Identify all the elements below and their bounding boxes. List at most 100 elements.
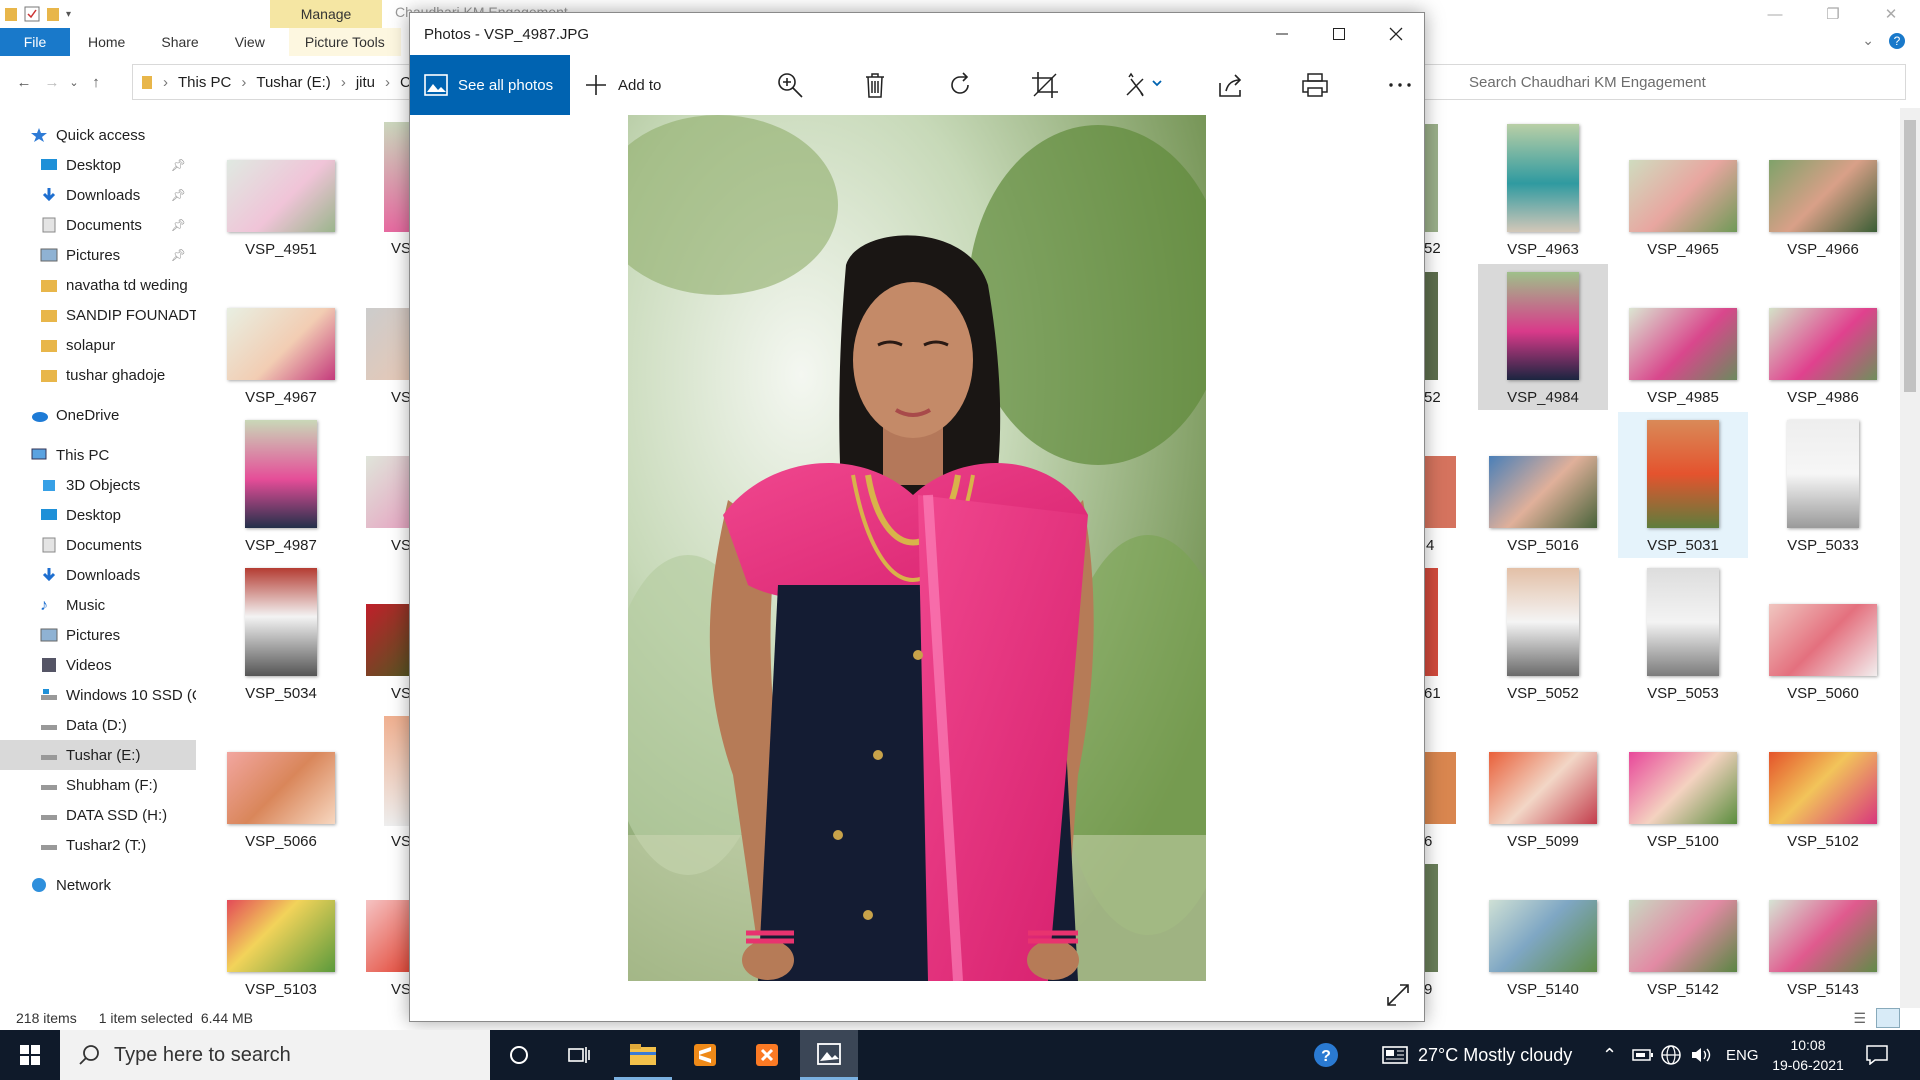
photos-taskbar-icon[interactable] — [800, 1030, 858, 1080]
sidebar-item-folder[interactable]: navatha td weding — [0, 270, 196, 300]
sidebar-item-downloads[interactable]: Downloads — [0, 560, 196, 590]
file-item[interactable]: VSP_5143 — [1758, 860, 1888, 1006]
file-item[interactable]: VSP_5031 — [1618, 412, 1748, 558]
restore-icon[interactable]: ❐ — [1804, 0, 1862, 28]
task-view-icon[interactable] — [550, 1030, 608, 1080]
scrollbar-thumb[interactable] — [1904, 120, 1916, 392]
file-item[interactable]: VSP_5102 — [1758, 712, 1888, 858]
sidebar-item-desktop[interactable]: Desktop 📌︎ — [0, 150, 196, 180]
sidebar-item-drive-e[interactable]: Tushar (E:) — [0, 740, 196, 770]
details-view-icon[interactable]: ☰ — [1853, 1010, 1866, 1027]
breadcrumb-this-pc[interactable]: This PC — [178, 74, 231, 91]
add-to-button[interactable]: Add to — [584, 55, 661, 115]
sidebar-item-folder[interactable]: tushar ghadoje — [0, 360, 196, 390]
minimize-icon[interactable]: — — [1746, 0, 1804, 28]
sidebar-item-drive-c[interactable]: Windows 10 SSD (C — [0, 680, 196, 710]
file-item[interactable]: VSP_4966 — [1758, 120, 1888, 266]
tab-share[interactable]: Share — [143, 28, 216, 56]
file-item[interactable]: VSP_5140 — [1478, 860, 1608, 1006]
sidebar-item-folder[interactable]: SANDIP FOUNADTI( — [0, 300, 196, 330]
more-options-icon[interactable] — [1385, 70, 1415, 100]
chevron-down-icon[interactable]: ⌄ — [1862, 32, 1874, 50]
sidebar-item-documents[interactable]: Documents — [0, 530, 196, 560]
file-item[interactable]: VSP_5034 — [216, 564, 346, 710]
file-item[interactable]: VSP_4951 — [216, 120, 346, 266]
sidebar-item-drive-f[interactable]: Shubham (F:) — [0, 770, 196, 800]
file-item[interactable]: VSP_4987 — [216, 416, 346, 562]
forward-arrow-icon[interactable]: → — [38, 74, 66, 91]
sidebar-item-network[interactable]: Network — [0, 870, 196, 900]
file-item[interactable]: VSP_5053 — [1618, 564, 1748, 710]
input-language[interactable]: ENG — [1726, 1030, 1759, 1080]
volume-icon[interactable] — [1690, 1030, 1712, 1080]
sidebar-item-documents[interactable]: Documents 📌︎ — [0, 210, 196, 240]
sublime-text-icon[interactable] — [676, 1030, 734, 1080]
new-folder-icon[interactable] — [46, 6, 60, 22]
cortana-icon[interactable] — [490, 1030, 548, 1080]
print-icon[interactable] — [1300, 70, 1330, 100]
delete-icon[interactable] — [860, 70, 890, 100]
sidebar-item-this-pc[interactable]: This PC — [0, 440, 196, 470]
help-icon[interactable]: ? — [1888, 32, 1906, 50]
sidebar-item-drive-t[interactable]: Tushar2 (T:) — [0, 830, 196, 860]
file-item[interactable]: VSP_5060 — [1758, 564, 1888, 710]
sidebar-item-pictures[interactable]: Pictures — [0, 620, 196, 650]
file-item[interactable]: VSP_4963 — [1478, 120, 1608, 266]
file-item[interactable]: VSP_5052 — [1478, 564, 1608, 710]
file-item[interactable]: VSP_5016 — [1478, 416, 1608, 562]
sidebar-item-folder[interactable]: solapur — [0, 330, 196, 360]
crop-icon[interactable] — [1030, 70, 1060, 100]
file-item[interactable]: VSP_5142 — [1618, 860, 1748, 1006]
rotate-icon[interactable] — [945, 70, 975, 100]
displayed-photo[interactable] — [628, 115, 1206, 981]
breadcrumb-jitu[interactable]: jitu — [356, 74, 375, 91]
globe-network-icon[interactable] — [1660, 1030, 1682, 1080]
file-item[interactable]: VSP_4986 — [1758, 268, 1888, 414]
sidebar-item-music[interactable]: ♪ Music — [0, 590, 196, 620]
zoom-in-icon[interactable] — [775, 70, 805, 100]
recent-locations-icon[interactable]: ⌄ — [66, 76, 82, 89]
file-item[interactable]: VSP_5103 — [216, 860, 346, 1006]
search-input[interactable]: Search Chaudhari KM Engagement — [1422, 64, 1906, 100]
sidebar-item-desktop[interactable]: Desktop — [0, 500, 196, 530]
minimize-icon[interactable] — [1253, 13, 1310, 55]
address-bar[interactable]: › This PC › Tushar (E:) › jitu › C — [132, 64, 422, 100]
file-item[interactable]: VSP_5100 — [1618, 712, 1748, 858]
sidebar-item-drive-d[interactable]: Data (D:) — [0, 710, 196, 740]
clock[interactable]: 10:08 19-06-2021 — [1766, 1030, 1850, 1080]
share-icon[interactable] — [1215, 70, 1245, 100]
maximize-icon[interactable] — [1310, 13, 1367, 55]
file-item[interactable]: VSP_4967 — [216, 268, 346, 414]
chevron-up-icon[interactable]: ⌃ — [1602, 1030, 1617, 1080]
file-item[interactable]: VSP_5033 — [1758, 416, 1888, 562]
customize-qa-icon[interactable]: ▾ — [66, 9, 71, 20]
battery-icon[interactable] — [1632, 1030, 1654, 1080]
tab-home[interactable]: Home — [70, 28, 143, 56]
tab-picture-tools[interactable]: Picture Tools — [288, 28, 401, 56]
full-screen-icon[interactable] — [1386, 983, 1410, 1007]
weather-widget[interactable]: 27°C Mostly cloudy — [1382, 1030, 1572, 1080]
back-arrow-icon[interactable]: ← — [10, 74, 38, 91]
breadcrumb-tushar[interactable]: Tushar (E:) — [256, 74, 330, 91]
windows-start-icon[interactable] — [0, 1030, 60, 1080]
large-icons-view-icon[interactable] — [1876, 1008, 1900, 1028]
tab-view[interactable]: View — [217, 28, 283, 56]
taskbar-search-box[interactable]: Type here to search — [60, 1030, 490, 1080]
properties-icon[interactable] — [24, 6, 40, 22]
xampp-icon[interactable] — [738, 1030, 796, 1080]
file-item[interactable]: VSP_4965 — [1618, 120, 1748, 266]
help-tray-icon[interactable]: ? — [1312, 1030, 1340, 1080]
close-icon[interactable] — [1367, 13, 1424, 55]
sidebar-item-quick-access[interactable]: Quick access — [0, 120, 196, 150]
sidebar-item-drive-h[interactable]: DATA SSD (H:) — [0, 800, 196, 830]
tab-file[interactable]: File — [0, 28, 70, 56]
edit-enhance-icon[interactable] — [1120, 70, 1170, 100]
file-explorer-taskbar-icon[interactable] — [614, 1030, 672, 1080]
sidebar-item-pictures[interactable]: Pictures 📌︎ — [0, 240, 196, 270]
folder-icon[interactable] — [4, 6, 18, 22]
sidebar-item-downloads[interactable]: Downloads 📌︎ — [0, 180, 196, 210]
up-arrow-icon[interactable]: ↑ — [82, 74, 110, 91]
sidebar-item-3d-objects[interactable]: 3D Objects — [0, 470, 196, 500]
sidebar-item-onedrive[interactable]: OneDrive — [0, 400, 196, 430]
vertical-scrollbar[interactable] — [1900, 108, 1920, 1008]
